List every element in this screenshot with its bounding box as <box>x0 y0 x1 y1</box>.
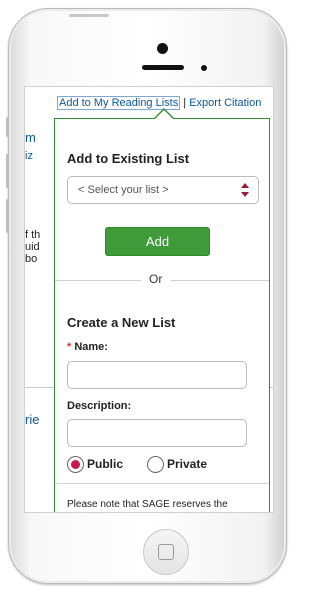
earpiece-speaker <box>142 65 184 70</box>
list-description-input[interactable] <box>67 419 247 447</box>
volume-down-button <box>6 199 9 233</box>
required-marker: * <box>67 341 72 353</box>
background-link-fragment: m <box>25 130 36 145</box>
new-list-title: Create a New List <box>67 315 176 330</box>
home-button[interactable] <box>143 529 189 575</box>
background-text-fragment: f th <box>25 229 41 241</box>
front-camera <box>157 43 168 54</box>
phone-screen: m iz f th uid bo rie Add to My Reading L… <box>24 86 274 513</box>
list-name-input[interactable] <box>67 361 247 389</box>
updown-chevron-icon <box>241 183 249 197</box>
background-text-fragment: uid <box>25 241 40 253</box>
private-label: Private <box>167 457 208 471</box>
background-link-fragment: rie <box>25 412 40 427</box>
background-link-fragment: iz <box>25 150 33 162</box>
home-button-icon <box>158 544 174 560</box>
name-label-text: Name: <box>74 341 108 353</box>
public-label: Public <box>87 457 124 471</box>
proximity-sensor <box>201 65 207 71</box>
reading-list-select[interactable]: < Select your list > <box>67 176 259 204</box>
add-to-list-button[interactable]: Add <box>105 227 210 256</box>
existing-list-title: Add to Existing List <box>67 151 190 166</box>
reading-list-popup: Add to Existing List < Select your list … <box>54 108 270 512</box>
power-button <box>69 14 109 17</box>
radio-selected-dot <box>71 460 80 469</box>
export-citation-link[interactable]: Export Citation <box>189 97 261 109</box>
link-separator: | <box>183 97 187 109</box>
popup-caret-fill <box>154 110 174 120</box>
name-label: * Name: <box>67 341 108 353</box>
mute-switch <box>6 117 9 137</box>
volume-up-button <box>6 154 9 188</box>
public-radio[interactable] <box>67 456 84 473</box>
background-text-fragment: bo <box>25 253 38 265</box>
or-divider-left <box>55 280 141 281</box>
or-divider-right <box>171 280 269 281</box>
private-radio[interactable] <box>147 456 164 473</box>
select-placeholder: < Select your list > <box>78 184 169 196</box>
or-label: Or <box>149 272 163 286</box>
sage-notice-text: Please note that SAGE reserves the <box>67 499 228 510</box>
description-label: Description: <box>67 400 132 412</box>
popup-divider <box>55 483 269 484</box>
